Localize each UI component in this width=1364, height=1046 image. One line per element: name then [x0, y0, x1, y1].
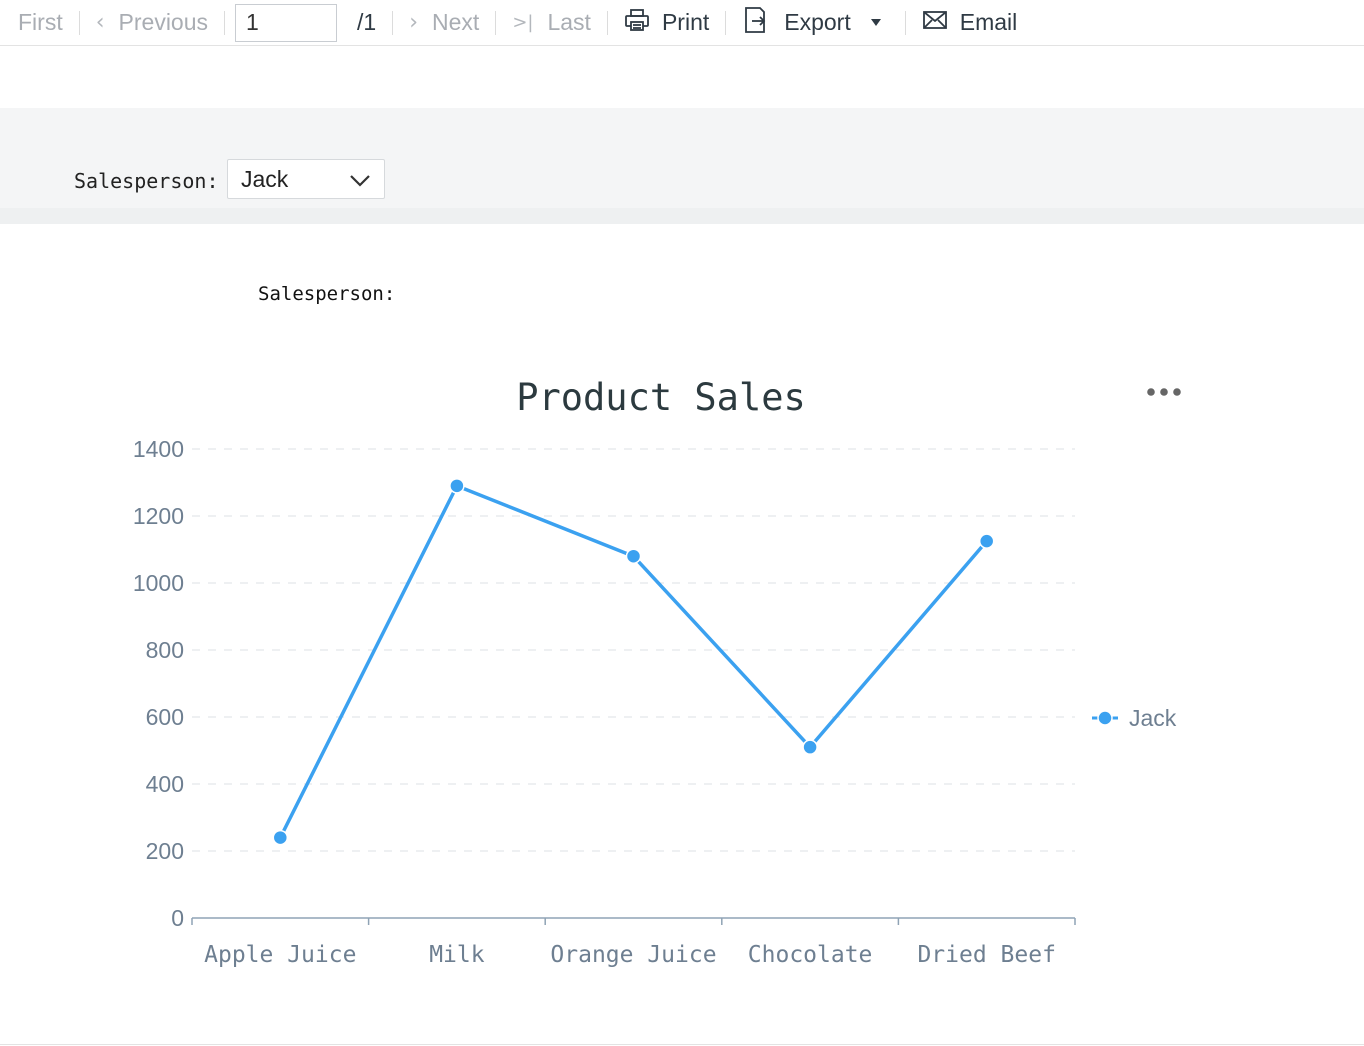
- page-bottom-divider: [0, 1044, 1364, 1045]
- y-tick-label: 600: [146, 704, 184, 730]
- product-sales-chart: Product Sales 0 200 400 600 800 1000 1200 1400 A…: [133, 376, 1181, 968]
- series-line: [278, 484, 989, 839]
- data-point[interactable]: [625, 548, 642, 564]
- more-horizontal-icon[interactable]: [1147, 388, 1181, 396]
- data-point[interactable]: [449, 478, 465, 494]
- data-point[interactable]: [272, 829, 289, 846]
- y-tick-label: 800: [146, 637, 184, 663]
- legend-marker: [1097, 710, 1113, 726]
- y-tick-label: 1000: [133, 570, 184, 596]
- chart-title: Product Sales: [516, 376, 806, 419]
- legend-label[interactable]: Jack: [1129, 705, 1177, 731]
- y-tick-label: 200: [146, 838, 184, 864]
- x-tick-label: Apple Juice: [204, 942, 356, 968]
- x-tick-label: Chocolate: [748, 942, 873, 968]
- y-tick-label: 1400: [133, 436, 184, 462]
- y-tick-label: 1200: [133, 503, 184, 529]
- x-tick-label: Orange Juice: [550, 942, 716, 968]
- x-tick-label: Dried Beef: [917, 942, 1055, 968]
- y-tick-label: 0: [171, 905, 184, 931]
- data-point[interactable]: [978, 533, 995, 549]
- y-tick-label: 400: [146, 771, 184, 797]
- data-point[interactable]: [802, 739, 818, 755]
- x-tick-label: Milk: [429, 942, 485, 968]
